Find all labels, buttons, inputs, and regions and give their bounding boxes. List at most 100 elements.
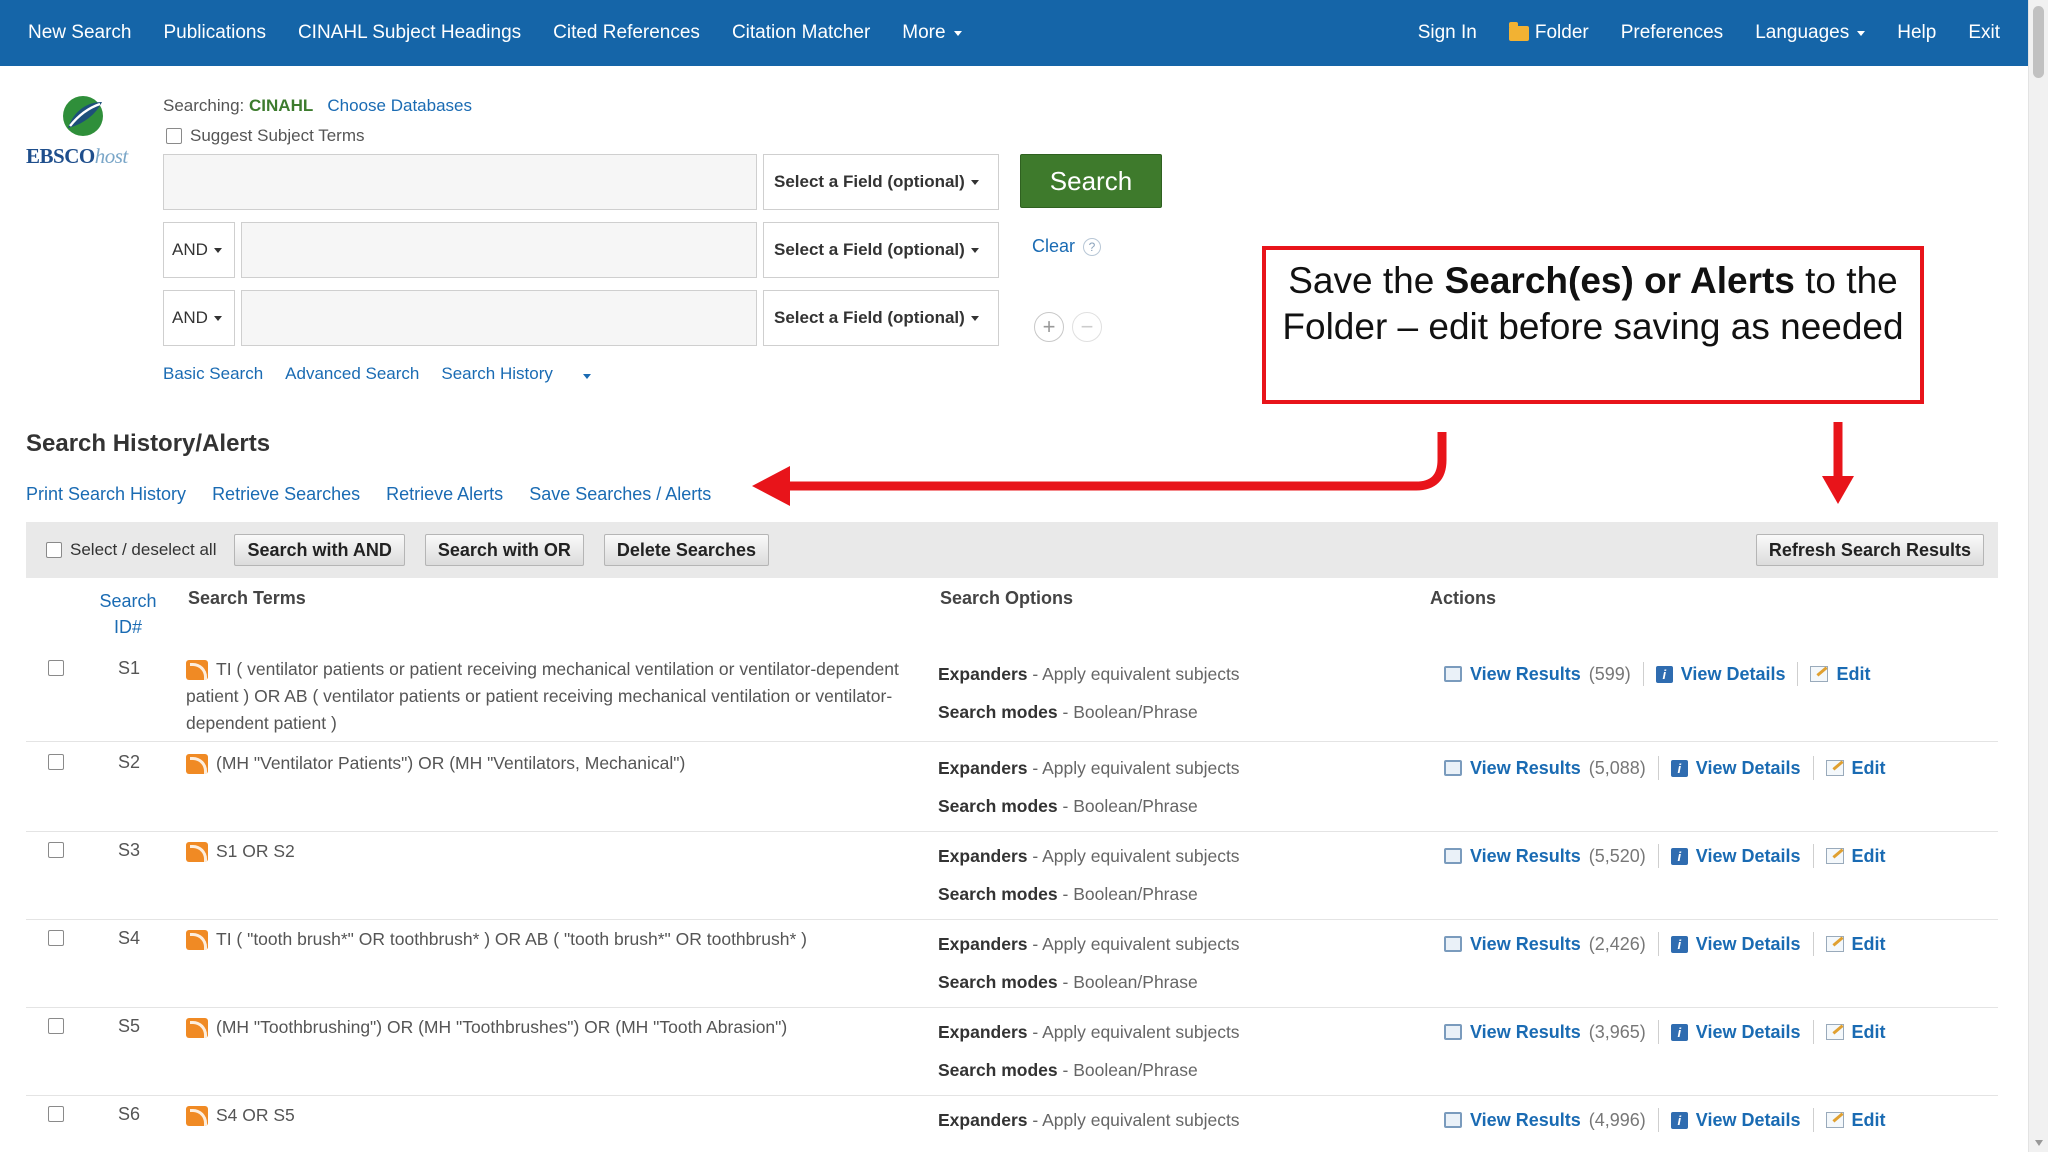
nav-languages[interactable]: Languages [1755, 22, 1866, 44]
view-details-label: View Details [1680, 663, 1786, 684]
choose-databases-link[interactable]: Choose Databases [327, 96, 472, 115]
view-results-link[interactable]: View Results [1444, 934, 1581, 955]
save-searches-alerts-link[interactable]: Save Searches / Alerts [529, 484, 711, 505]
edit-link[interactable]: Edit [1810, 664, 1870, 685]
view-results-link[interactable]: View Results [1444, 1022, 1581, 1043]
row-checkbox[interactable] [48, 842, 64, 858]
add-row-icon[interactable]: + [1034, 312, 1064, 342]
search-option-modes: Search modes - Boolean/Phrase [938, 796, 1198, 817]
callout-text-1: Save the [1288, 260, 1445, 301]
result-count: (5,520) [1588, 845, 1646, 866]
nav-citation-matcher[interactable]: Citation Matcher [732, 22, 870, 44]
search-with-and-button[interactable]: Search with AND [234, 534, 405, 566]
search-input-2[interactable] [241, 222, 757, 278]
boolean-operator-select-3[interactable]: AND [163, 290, 235, 346]
select-all-label: Select / deselect all [70, 540, 217, 559]
nav-cinahl-subject-headings[interactable]: CINAHL Subject Headings [298, 22, 521, 44]
row-actions: View Results (5,088) i View Details Edit [1444, 756, 1886, 780]
print-search-history-link[interactable]: Print Search History [26, 484, 186, 505]
edit-icon [1825, 760, 1844, 776]
suggest-subject-terms-label: Suggest Subject Terms [190, 126, 365, 145]
row-actions: View Results (3,965) i View Details Edit [1444, 1020, 1886, 1044]
remove-row-icon[interactable]: − [1072, 312, 1102, 342]
nav-publications[interactable]: Publications [164, 22, 266, 44]
view-details-link[interactable]: i View Details [1655, 663, 1786, 685]
row-checkbox[interactable] [48, 930, 64, 946]
view-results-link[interactable]: View Results [1444, 758, 1581, 779]
field-select-2[interactable]: Select a Field (optional) [763, 222, 999, 278]
suggest-subject-terms-checkbox[interactable] [166, 128, 182, 144]
nav-exit[interactable]: Exit [1968, 22, 2000, 44]
edit-link[interactable]: Edit [1825, 846, 1886, 867]
view-results-link[interactable]: View Results [1444, 1110, 1581, 1131]
boolean-operator-select-2[interactable]: AND [163, 222, 235, 278]
field-select-label: Select a Field (optional) [774, 172, 965, 191]
scroll-down-icon[interactable] [2035, 1140, 2043, 1146]
search-input-3[interactable] [241, 290, 757, 346]
expanders-value: - Apply equivalent subjects [1027, 846, 1240, 866]
row-checkbox[interactable] [48, 1106, 64, 1122]
view-details-link[interactable]: i View Details [1670, 1110, 1801, 1131]
vertical-scrollbar[interactable] [2028, 0, 2048, 1152]
search-id: S5 [118, 1016, 141, 1036]
nav-new-search[interactable]: New Search [28, 22, 132, 44]
nav-more[interactable]: More [902, 22, 962, 44]
view-details-link[interactable]: i View Details [1670, 758, 1801, 779]
advanced-search-link[interactable]: Advanced Search [285, 364, 419, 384]
row-actions: View Results (4,996) i View Details Edit [1444, 1108, 1886, 1132]
search-with-or-button[interactable]: Search with OR [424, 534, 584, 566]
retrieve-searches-link[interactable]: Retrieve Searches [212, 484, 360, 505]
select-all-checkbox[interactable] [46, 542, 62, 558]
divider [1657, 932, 1659, 956]
search-option-expanders: Expanders - Apply equivalent subjects [938, 934, 1240, 955]
row-checkbox[interactable] [48, 660, 64, 676]
field-select-1[interactable]: Select a Field (optional) [763, 154, 999, 210]
edit-link[interactable]: Edit [1825, 934, 1886, 955]
basic-search-link[interactable]: Basic Search [163, 364, 263, 384]
row-checkbox[interactable] [48, 754, 64, 770]
boolean-operator-label: AND [172, 308, 208, 327]
edit-icon [1825, 1112, 1844, 1128]
view-results-link[interactable]: View Results [1444, 846, 1581, 867]
nav-preferences[interactable]: Preferences [1621, 22, 1723, 44]
search-button[interactable]: Search [1020, 154, 1162, 208]
scrollbar-thumb[interactable] [2033, 6, 2044, 78]
search-input-1[interactable] [163, 154, 757, 210]
view-details-link[interactable]: i View Details [1670, 1022, 1801, 1043]
search-terms: (MH "Toothbrushing") OR (MH "Toothbrushe… [216, 1017, 788, 1037]
column-search-options: Search Options [940, 588, 1074, 608]
view-results-icon [1444, 848, 1462, 864]
clear-search[interactable]: Clear ? [1032, 236, 1102, 257]
divider [1812, 1020, 1814, 1044]
select-all[interactable]: Select / deselect all [46, 540, 216, 560]
nav-help[interactable]: Help [1897, 22, 1936, 44]
edit-link[interactable]: Edit [1825, 758, 1886, 779]
clear-link[interactable]: Clear [1032, 236, 1075, 257]
view-details-link[interactable]: i View Details [1670, 846, 1801, 867]
search-modes-value: - Boolean/Phrase [1057, 1060, 1198, 1080]
search-modes-label: Search modes [938, 1060, 1058, 1080]
delete-searches-button[interactable]: Delete Searches [603, 534, 769, 566]
nav-sign-in[interactable]: Sign In [1418, 22, 1477, 44]
column-search-id[interactable]: Search ID# [98, 588, 158, 640]
help-icon[interactable]: ? [1083, 237, 1102, 256]
field-select-3[interactable]: Select a Field (optional) [763, 290, 999, 346]
chevron-down-icon [582, 374, 591, 379]
view-results-link[interactable]: View Results [1444, 664, 1581, 685]
edit-link[interactable]: Edit [1825, 1110, 1886, 1131]
view-details-link[interactable]: i View Details [1670, 934, 1801, 955]
retrieve-alerts-link[interactable]: Retrieve Alerts [386, 484, 503, 505]
refresh-search-results-button[interactable]: Refresh Search Results [1755, 534, 1984, 566]
edit-link[interactable]: Edit [1825, 1022, 1886, 1043]
row-checkbox[interactable] [48, 1018, 64, 1034]
view-results-label: View Results [1470, 845, 1581, 866]
nav-cited-references[interactable]: Cited References [553, 22, 700, 44]
search-modes-value: - Boolean/Phrase [1057, 702, 1198, 722]
nav-folder[interactable]: Folder [1508, 21, 1589, 44]
ebscohost-logo[interactable]: EBSCOhost [26, 92, 146, 172]
expanders-value: - Apply equivalent subjects [1027, 1022, 1240, 1042]
search-history-link[interactable]: Search History [441, 364, 612, 384]
history-row: S2 (MH "Ventilator Patients") OR (MH "Ve… [26, 746, 1998, 832]
suggest-subject-terms[interactable]: Suggest Subject Terms [166, 126, 365, 146]
searching-label: Searching: [163, 96, 245, 115]
